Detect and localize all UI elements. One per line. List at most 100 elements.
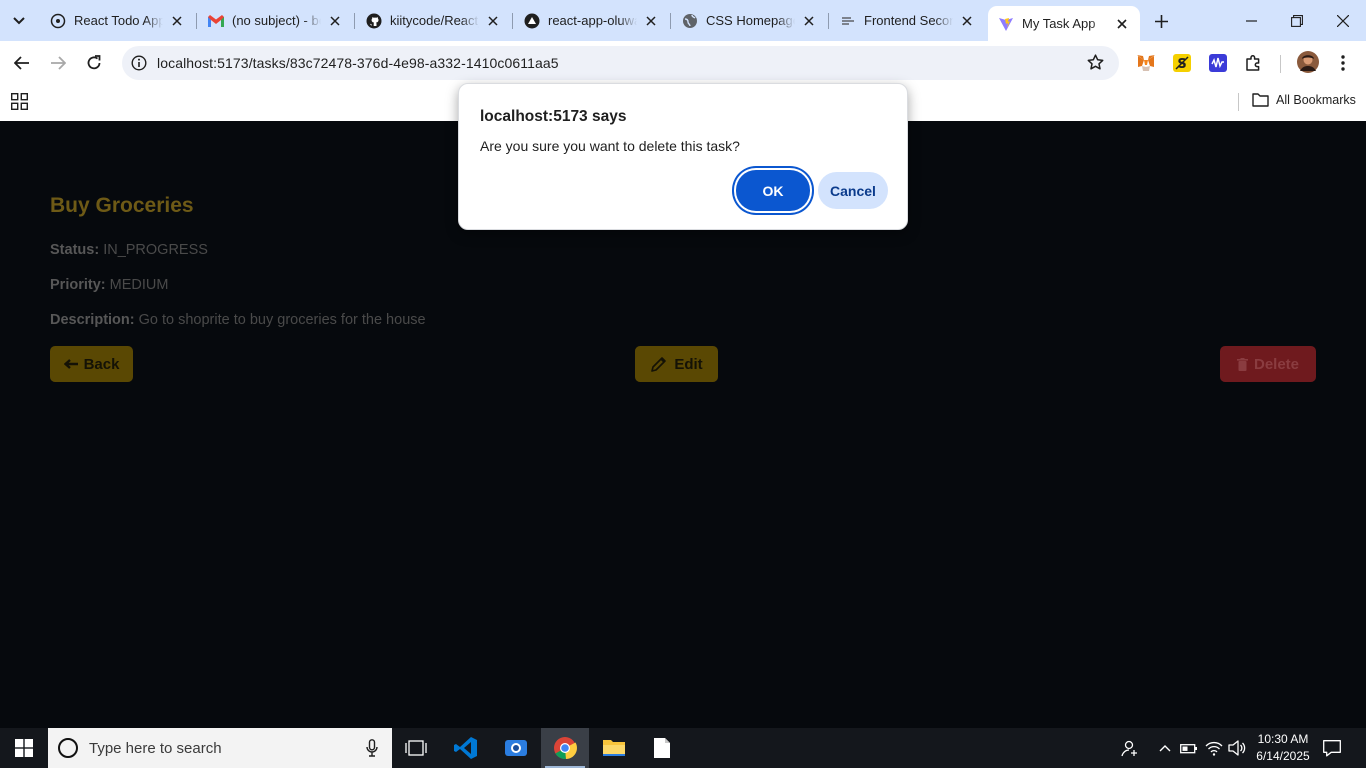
cancel-button[interactable]: Cancel: [818, 172, 888, 209]
search-placeholder: Type here to search: [89, 739, 222, 757]
metamask-extension-icon[interactable]: [1136, 53, 1156, 73]
globe-icon: [682, 13, 698, 29]
description-label: Description:: [50, 312, 135, 328]
description-value: Go to shoprite to buy groceries for the …: [138, 312, 426, 328]
tab-github[interactable]: kiitycode/React_: [356, 6, 511, 35]
react-icon: [50, 13, 66, 29]
close-tab-icon[interactable]: [169, 13, 185, 29]
extensions-puzzle-icon[interactable]: [1244, 53, 1264, 73]
status-value: IN_PROGRESS: [103, 242, 208, 258]
tab-search-button[interactable]: [6, 8, 32, 34]
task-status: Status: IN_PROGRESS: [50, 242, 208, 258]
vite-icon: [998, 16, 1014, 32]
apps-grid-icon[interactable]: [10, 92, 29, 111]
camera-app-taskbar-icon[interactable]: [492, 728, 540, 768]
forward-nav-button[interactable]: [44, 49, 72, 77]
dialog-message: Are you sure you want to delete this tas…: [480, 138, 740, 154]
status-label: Status:: [50, 242, 100, 258]
close-tab-icon[interactable]: [643, 13, 659, 29]
microphone-icon[interactable]: [366, 739, 378, 762]
close-tab-icon[interactable]: [801, 13, 817, 29]
toolbar-separator: [1280, 55, 1281, 73]
priority-label: Priority:: [50, 277, 106, 293]
plus-icon: [1154, 14, 1168, 28]
minimize-icon: [1245, 19, 1257, 22]
tab-title: My Task App: [1022, 16, 1096, 31]
task-view-button[interactable]: [392, 728, 440, 768]
ok-button[interactable]: OK: [736, 170, 810, 211]
battery-icon[interactable]: [1179, 738, 1199, 758]
new-tab-button[interactable]: [1148, 8, 1174, 34]
restore-icon: [1291, 14, 1303, 27]
money-extension-icon[interactable]: S: [1172, 53, 1192, 73]
task-view-icon: [405, 740, 427, 756]
back-button[interactable]: Back: [50, 346, 133, 382]
notepad-taskbar-icon[interactable]: [638, 728, 686, 768]
tab-frontend[interactable]: Frontend Second: [830, 6, 985, 35]
edit-button-label: Edit: [674, 355, 703, 373]
tab-title: kiitycode/React_: [390, 13, 479, 28]
browser-toolbar: localhost:5173/tasks/83c72478-376d-4e98-…: [0, 41, 1366, 85]
clock-time: 10:30 AM: [1257, 732, 1309, 746]
site-info-icon[interactable]: [130, 54, 148, 72]
file-explorer-taskbar-icon[interactable]: [590, 728, 638, 768]
priority-value: MEDIUM: [109, 277, 169, 293]
notification-center-icon[interactable]: [1322, 738, 1342, 763]
tab-title: React Todo App: [74, 13, 163, 28]
system-clock[interactable]: 10:30 AM 6/14/2025: [1252, 731, 1314, 765]
close-tab-icon[interactable]: [959, 13, 975, 29]
minimize-button[interactable]: [1228, 0, 1274, 41]
clock-date: 6/14/2025: [1256, 749, 1310, 763]
all-bookmarks-button[interactable]: All Bookmarks: [1252, 93, 1356, 107]
address-bar[interactable]: localhost:5173/tasks/83c72478-376d-4e98-…: [122, 46, 1119, 80]
profile-avatar[interactable]: [1297, 51, 1319, 73]
gmail-icon: [208, 13, 224, 29]
restore-button[interactable]: [1274, 0, 1320, 41]
chevron-up-icon[interactable]: [1155, 738, 1175, 758]
task-title: Buy Groceries: [50, 194, 194, 217]
tab-separator: [354, 13, 355, 29]
audio-extension-icon[interactable]: [1208, 53, 1228, 73]
windows-logo-icon: [15, 739, 33, 757]
close-tab-icon[interactable]: [327, 13, 343, 29]
tab-gmail[interactable]: (no subject) - be: [198, 6, 353, 35]
tab-strip: React Todo App (no subject) - be kiityco…: [0, 0, 1366, 41]
wifi-icon[interactable]: [1204, 738, 1224, 758]
taskbar-search-box[interactable]: Type here to search: [48, 728, 392, 768]
back-nav-button[interactable]: [8, 49, 36, 77]
close-window-button[interactable]: [1320, 0, 1366, 41]
tab-vercel[interactable]: react-app-oluwa: [514, 6, 669, 35]
edit-button[interactable]: Edit: [635, 346, 718, 382]
close-tab-icon[interactable]: [1114, 16, 1130, 32]
tab-separator: [828, 13, 829, 29]
arrow-left-icon: [63, 359, 78, 369]
chevron-down-icon: [13, 17, 25, 25]
close-tab-icon[interactable]: [485, 13, 501, 29]
tab-title: (no subject) - be: [232, 13, 321, 28]
tab-title: Frontend Second: [864, 13, 953, 28]
tab-react-todo[interactable]: React Todo App: [40, 6, 195, 35]
tab-separator: [512, 13, 513, 29]
people-icon[interactable]: [1120, 738, 1140, 758]
tab-title: react-app-oluwa: [548, 13, 637, 28]
trash-icon: [1236, 357, 1248, 371]
delete-button-label: Delete: [1253, 355, 1300, 373]
tab-css-homepage[interactable]: CSS Homepage: [672, 6, 827, 35]
vercel-icon: [524, 13, 540, 29]
doc-icon: [840, 13, 856, 29]
start-button[interactable]: [0, 728, 48, 768]
pencil-icon: [651, 357, 667, 372]
bookmark-star-icon[interactable]: [1087, 54, 1105, 72]
delete-button[interactable]: Delete: [1220, 346, 1316, 382]
url-text[interactable]: localhost:5173/tasks/83c72478-376d-4e98-…: [157, 55, 559, 71]
chrome-taskbar-icon[interactable]: [541, 728, 589, 768]
volume-icon[interactable]: [1227, 738, 1247, 758]
reload-button[interactable]: [80, 49, 108, 77]
tab-title: CSS Homepage: [706, 13, 795, 28]
tab-my-task-app[interactable]: My Task App: [988, 6, 1140, 41]
windows-taskbar: Type here to search 10:30 AM 6/14/2025: [0, 728, 1366, 768]
arrow-left-icon: [14, 56, 29, 70]
browser-menu-icon[interactable]: [1333, 53, 1353, 73]
confirm-dialog: localhost:5173 says Are you sure you wan…: [458, 83, 908, 230]
vscode-taskbar-icon[interactable]: [442, 728, 490, 768]
